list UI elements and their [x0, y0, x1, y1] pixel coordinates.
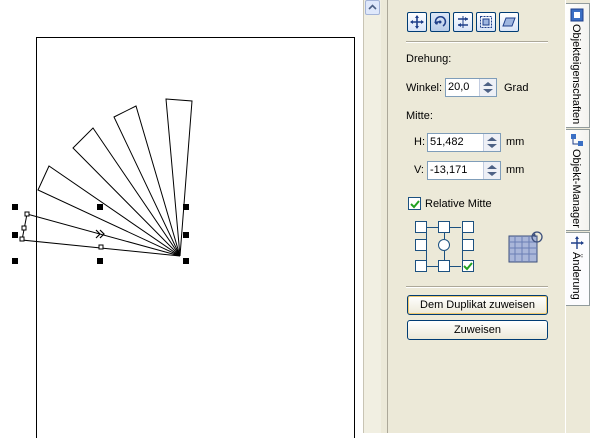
checkmark-icon — [463, 262, 473, 271]
skew-tool-button[interactable] — [499, 12, 519, 32]
angle-value[interactable]: 20,0 — [448, 81, 469, 93]
anchor-middle-left[interactable] — [415, 239, 427, 251]
rectangle-copies[interactable] — [21, 98, 193, 257]
object-manager-icon — [571, 134, 583, 146]
chevron-up-icon — [368, 4, 377, 10]
angle-field[interactable]: 20,0 — [445, 78, 497, 97]
object-properties-icon — [570, 8, 584, 22]
tab-label: Objekteigenschaften — [570, 24, 582, 125]
position-tool-button[interactable] — [407, 12, 427, 32]
spin-up-icon[interactable] — [487, 165, 497, 169]
spin-down-icon[interactable] — [483, 89, 493, 93]
checkmark-icon — [410, 200, 420, 209]
toolbar-separator — [406, 41, 548, 43]
vertical-scrollbar[interactable] — [363, 0, 382, 433]
anchor-top-left[interactable] — [415, 221, 427, 233]
anchor-middle-right[interactable] — [462, 239, 474, 251]
anchor-top-right[interactable] — [462, 221, 474, 233]
transform-preview-icon — [508, 231, 543, 263]
spin-down-icon[interactable] — [487, 172, 497, 176]
v-spinner[interactable] — [483, 162, 500, 179]
drawing-canvas[interactable] — [0, 0, 360, 438]
docker-tab-strip: Objekteigenschaften Objekt-Manager Änder… — [565, 0, 590, 433]
transform-icon — [571, 236, 584, 249]
v-value[interactable]: -13,171 — [430, 164, 467, 176]
v-label: V: — [414, 164, 424, 176]
rotate-tool-button[interactable] — [430, 12, 450, 32]
rotation-section-label: Drehung: — [406, 53, 452, 65]
h-label: H: — [414, 136, 425, 148]
tab-object-properties[interactable]: Objekteigenschaften — [566, 3, 590, 128]
anchor-bottom-right[interactable] — [462, 260, 474, 272]
rotated-rectangle — [72, 127, 181, 257]
h-value[interactable]: 51,482 — [430, 136, 464, 148]
h-field[interactable]: 51,482 — [427, 133, 501, 152]
relative-center-label[interactable]: Relative Mitte — [425, 198, 492, 210]
transformation-docker: Drehung: Winkel: 20,0 Grad Mitte: H: 51,… — [387, 0, 566, 433]
relative-center-checkbox[interactable] — [408, 197, 421, 210]
anchor-bottom-center[interactable] — [438, 260, 450, 272]
v-unit: mm — [506, 164, 525, 176]
tab-transformation[interactable]: Änderung — [566, 232, 590, 306]
grid-preview-icon — [508, 231, 543, 263]
anchor-center[interactable] — [438, 239, 450, 251]
angle-label: Winkel: — [406, 82, 443, 94]
tab-object-manager[interactable]: Objekt-Manager — [566, 129, 590, 231]
h-spinner[interactable] — [483, 134, 500, 151]
position-icon — [410, 15, 424, 29]
grid-line — [444, 251, 445, 260]
tab-label: Objekt-Manager — [570, 149, 582, 228]
scale-mirror-icon — [458, 16, 468, 28]
grid-separator — [406, 286, 548, 288]
size-tool-button[interactable] — [476, 12, 496, 32]
center-section-label: Mitte: — [406, 110, 433, 122]
angle-unit: Grad — [504, 82, 529, 94]
v-field[interactable]: -13,171 — [427, 161, 501, 180]
node-handles[interactable] — [19, 211, 104, 250]
apply-button[interactable]: Zuweisen — [407, 320, 548, 340]
size-icon — [480, 16, 492, 28]
h-unit: mm — [506, 136, 525, 148]
spin-down-icon[interactable] — [487, 144, 497, 148]
apply-to-duplicate-button[interactable]: Dem Duplikat zuweisen — [407, 295, 548, 315]
spin-up-icon[interactable] — [483, 82, 493, 86]
skew-icon — [502, 17, 516, 27]
rotation-center-marker[interactable] — [95, 229, 105, 239]
spin-up-icon[interactable] — [487, 137, 497, 141]
scale-mirror-tool-button[interactable] — [453, 12, 473, 32]
rotate-icon — [434, 15, 447, 27]
scroll-up-button[interactable] — [365, 0, 380, 15]
angle-spinner[interactable] — [479, 79, 496, 96]
anchor-top-center[interactable] — [438, 221, 450, 233]
tab-label: Änderung — [570, 252, 582, 300]
anchor-bottom-left[interactable] — [415, 260, 427, 272]
fan-drawing[interactable] — [0, 0, 360, 433]
